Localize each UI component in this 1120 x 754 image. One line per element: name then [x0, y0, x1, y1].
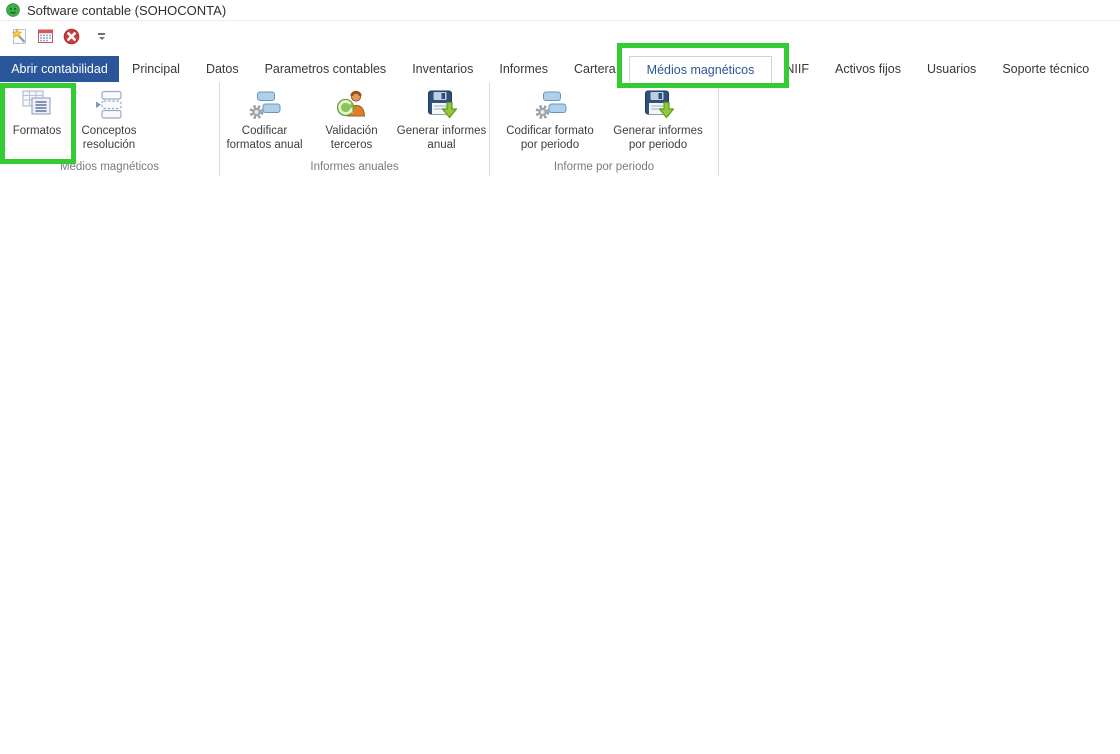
wizard-icon — [11, 28, 26, 44]
validate-person-icon — [336, 90, 366, 117]
codificar-formato-por-periodo-button[interactable]: Codificar formato por periodo — [497, 84, 603, 153]
tab-activos-fijos[interactable]: Activos fijos — [822, 56, 914, 82]
tab-niif[interactable]: NIIF — [772, 56, 822, 82]
codificar-formatos-anual-button[interactable]: Codificar formatos anual — [221, 84, 309, 153]
tab-cartera[interactable]: Cartera — [561, 56, 629, 82]
validacion-terceros-label: Validación terceros — [325, 125, 378, 152]
ribbon-group-informe-por-periodo: Codificar formato por periodo Generar in… — [490, 82, 719, 176]
title-bar: Software contable (SOHOCONTA) — [0, 0, 1120, 21]
qat-overflow-button[interactable] — [95, 30, 108, 43]
tab-abrir-contabilidad[interactable]: Abrir contabilidad — [0, 56, 119, 82]
ribbon-group-medios-magneticos: Formatos Conceptos resolución Medios mag… — [0, 82, 220, 176]
ribbon: Formatos Conceptos resolución Medios mag… — [0, 82, 1120, 177]
encode-gear-icon — [535, 91, 566, 119]
tab-datos[interactable]: Datos — [193, 56, 252, 82]
formatos-button-label: Formatos — [12, 125, 62, 137]
tab-soporte-tecnico[interactable]: Soporte técnico — [989, 56, 1102, 82]
tab-parametros-contables[interactable]: Parametros contables — [252, 56, 400, 82]
generar-informes-anual-button[interactable]: Generar informes anual — [395, 84, 489, 153]
tab-informes[interactable]: Informes — [486, 56, 561, 82]
customize-toolbar-icon — [98, 33, 105, 35]
generar-informes-anual-label: Generar informes anual — [396, 125, 487, 152]
group-label-medios-magneticos: Medios magnéticos — [59, 161, 160, 173]
grid-button[interactable] — [35, 26, 56, 47]
tab-medios-magneticos-label: Médios magnéticos — [646, 62, 755, 77]
grid-calendar-icon — [38, 29, 53, 43]
app-icon — [6, 3, 20, 17]
generar-informes-por-periodo-label: Generar informes por periodo — [613, 125, 703, 152]
wizard-button[interactable] — [9, 26, 30, 47]
concepts-list-icon — [95, 90, 122, 119]
group-label-informes-anuales: Informes anuales — [310, 161, 399, 173]
encode-gear-icon — [249, 91, 281, 119]
tab-usuarios[interactable]: Usuarios — [914, 56, 989, 82]
ribbon-group-informes-anuales: Codificar formatos anual Validación terc… — [220, 82, 490, 176]
tab-inventarios[interactable]: Inventarios — [399, 56, 486, 82]
save-report-icon — [644, 90, 674, 119]
ribbon-tab-bar: Abrir contabilidad Principal Datos Param… — [0, 43, 1120, 88]
formats-icon — [22, 90, 50, 115]
tab-principal[interactable]: Principal — [119, 56, 193, 82]
formatos-button[interactable]: Formatos — [0, 83, 76, 164]
conceptos-resolucion-button[interactable]: Conceptos resolución — [70, 84, 148, 153]
codificar-formato-por-periodo-label: Codificar formato por periodo — [506, 125, 594, 152]
window-title: Software contable (SOHOCONTA) — [27, 2, 227, 18]
content-area — [0, 176, 1120, 754]
tab-medios-magneticos[interactable]: Médios magnéticos — [616, 43, 790, 88]
save-report-icon — [428, 90, 458, 119]
quick-access-toolbar — [9, 26, 108, 47]
conceptos-resolucion-button-label: Conceptos resolución — [81, 125, 137, 152]
group-label-informe-por-periodo: Informe por periodo — [553, 161, 655, 173]
generar-informes-por-periodo-button[interactable]: Generar informes por periodo — [605, 84, 711, 153]
codificar-formatos-anual-label: Codificar formatos anual — [226, 125, 303, 152]
validacion-terceros-button[interactable]: Validación terceros — [311, 84, 393, 153]
close-button[interactable] — [61, 26, 82, 47]
close-icon — [63, 28, 80, 45]
